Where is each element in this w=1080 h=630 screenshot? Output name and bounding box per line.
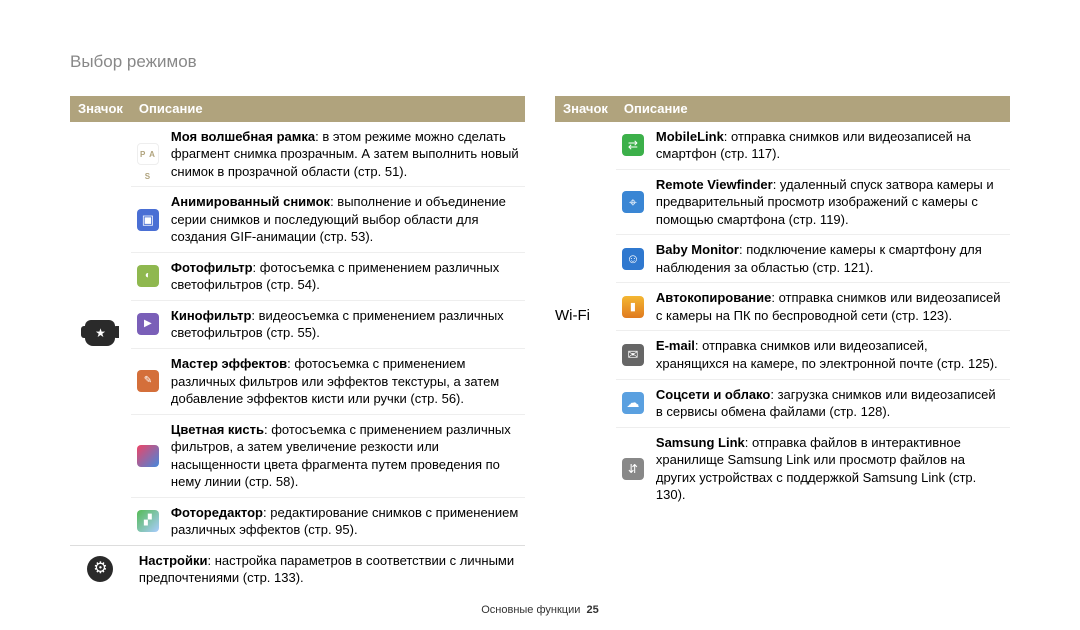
row-magic-modes: P A S Моя волшебная рамка: в этом режиме… xyxy=(70,122,525,546)
email-icon xyxy=(622,344,644,366)
subrow-social-cloud: Соцсети и облако: загрузка снимков или в… xyxy=(616,379,1010,427)
wifi-label: Wi-Fi xyxy=(555,122,616,510)
samsung-link-icon xyxy=(622,458,644,480)
content-columns: Значок Описание P A S Моя волшебная рамк… xyxy=(70,96,1010,593)
left-column: Значок Описание P A S Моя волшебная рамк… xyxy=(70,96,525,593)
footer-page-number: 25 xyxy=(587,604,599,616)
subrow-my-magic-frame: P A S Моя волшебная рамка: в этом режиме… xyxy=(131,122,525,187)
pas-icon: P A S xyxy=(137,143,159,165)
subrow-movie-filter: Кинофильтр: видеосъемка с применением ра… xyxy=(131,300,525,348)
left-table: Значок Описание P A S Моя волшебная рамк… xyxy=(70,96,525,593)
auto-backup-title: Автокопирование xyxy=(656,290,771,305)
right-column: Значок Описание Wi-Fi MobileLink : отправ… xyxy=(555,96,1010,593)
effects-master-title: Мастер эффектов xyxy=(171,356,287,371)
subrow-remote-viewfinder: Remote Viewfinder: удаленный спуск затво… xyxy=(616,169,1010,235)
my-magic-frame-title: Моя волшебная рамка xyxy=(171,129,315,144)
subrow-animated-shot: Анимированный снимок: выполнение и объед… xyxy=(131,187,525,253)
footer-section-label: Основные функции xyxy=(481,604,580,616)
page: Выбор режимов Значок Описание xyxy=(0,0,1080,630)
effects-master-icon xyxy=(137,370,159,392)
magic-subtable: P A S Моя волшебная рамка: в этом режиме… xyxy=(131,122,525,545)
photo-filter-title: Фотофильтр xyxy=(171,260,253,275)
animated-shot-title: Анимированный снимок xyxy=(171,194,330,209)
social-cloud-title: Соцсети и облако xyxy=(656,387,770,402)
mobilelink-icon xyxy=(622,134,644,156)
mobilelink-title: MobileLink xyxy=(656,129,724,144)
movie-filter-icon xyxy=(137,313,159,335)
col-header-icon-r: Значок xyxy=(555,96,616,122)
wifi-subtable: MobileLink : отправка снимков или видеоза… xyxy=(616,122,1010,510)
subrow-samsung-link: Samsung Link: отправка файлов в интеракт… xyxy=(616,427,1010,510)
baby-monitor-icon xyxy=(622,248,644,270)
photo-filter-icon xyxy=(137,265,159,287)
subrow-mobilelink: MobileLink: отправка снимков или видеоза… xyxy=(616,122,1010,170)
remote-viewfinder-title: Remote Viewfinder xyxy=(656,177,773,192)
settings-icon xyxy=(87,556,113,582)
col-header-icon: Значок xyxy=(70,96,131,122)
remote-viewfinder-icon xyxy=(622,191,644,213)
col-header-desc: Описание xyxy=(131,96,525,122)
animated-shot-icon xyxy=(137,209,159,231)
subrow-color-brush: Цветная кисть: фотосъемка с применением … xyxy=(131,414,525,497)
photo-editor-title: Фоторедактор xyxy=(171,505,263,520)
email-title: E-mail xyxy=(656,338,695,353)
row-settings: Настройки: настройка параметров в соотве… xyxy=(70,545,525,593)
baby-monitor-title: Baby Monitor xyxy=(656,242,739,257)
page-title: Выбор режимов xyxy=(70,52,1010,72)
subrow-photo-editor: Фоторедактор: редактирование снимков с п… xyxy=(131,497,525,545)
subrow-baby-monitor: Baby Monitor: подключение камеры к смарт… xyxy=(616,235,1010,283)
page-footer: Основные функции 25 xyxy=(0,604,1080,616)
right-table: Значок Описание Wi-Fi MobileLink : отправ… xyxy=(555,96,1010,510)
photo-editor-icon xyxy=(137,510,159,532)
subrow-auto-backup: Автокопирование: отправка снимков или ви… xyxy=(616,283,1010,331)
subrow-photo-filter: Фотофильтр: фотосъемка с применением раз… xyxy=(131,252,525,300)
settings-title: Настройки xyxy=(139,553,208,568)
row-wifi: Wi-Fi MobileLink : отправка снимков или в… xyxy=(555,122,1010,510)
color-brush-title: Цветная кисть xyxy=(171,422,264,437)
magic-mode-icon xyxy=(85,320,115,346)
email-desc: : отправка снимков или видеозаписей, хра… xyxy=(656,338,998,371)
movie-filter-title: Кинофильтр xyxy=(171,308,252,323)
color-brush-icon xyxy=(137,445,159,467)
auto-backup-icon xyxy=(622,296,644,318)
samsung-link-title: Samsung Link xyxy=(656,435,745,450)
social-cloud-icon xyxy=(622,392,644,414)
col-header-desc-r: Описание xyxy=(616,96,1010,122)
subrow-effects-master: Мастер эффектов: фотосъемка с применение… xyxy=(131,349,525,415)
subrow-email: E-mail: отправка снимков или видеозаписе… xyxy=(616,331,1010,379)
